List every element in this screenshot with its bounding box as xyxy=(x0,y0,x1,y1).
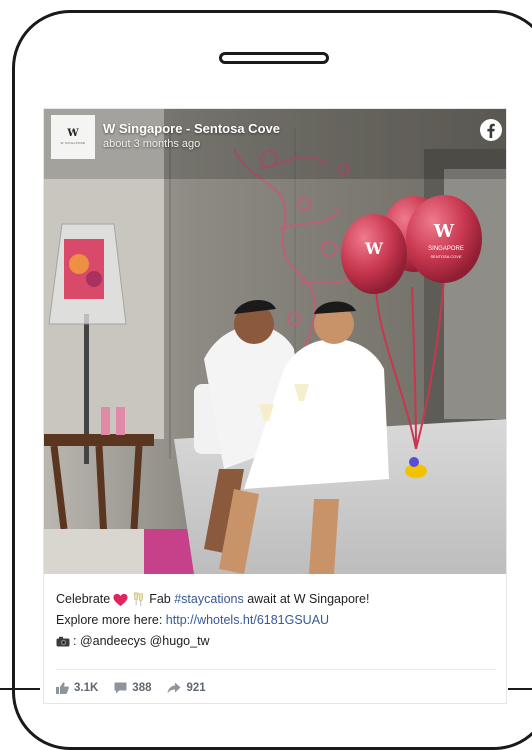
page-name[interactable]: W Singapore - Sentosa Cove xyxy=(103,121,280,136)
balloon-logo-right: W xyxy=(433,221,455,242)
comments-count: 388 xyxy=(132,682,152,694)
caption-text: await at W Singapore! xyxy=(247,592,370,606)
caption-line-2: Explore more here: http://whotels.ht/618… xyxy=(56,610,496,631)
caption-line-1: Celebrate Fab #staycations await at W Si… xyxy=(56,589,496,610)
heart-emoji-icon xyxy=(113,593,128,606)
balloon-logo-left: W xyxy=(364,239,384,258)
likes-count: 3.1K xyxy=(74,682,99,694)
post-stats: 3.1K 388 921 xyxy=(56,679,222,697)
camera-emoji-icon xyxy=(56,636,70,647)
caption-credits: : @andeecys @hugo_tw xyxy=(73,634,210,648)
balloon-subtext: SENTOSA COVE xyxy=(430,254,462,259)
post-timestamp[interactable]: about 3 months ago xyxy=(103,138,200,150)
stats-divider xyxy=(56,669,496,670)
caption-text: Fab xyxy=(149,592,171,606)
like-icon xyxy=(56,682,69,694)
shares-count: 921 xyxy=(186,682,206,694)
likes-stat[interactable]: 3.1K xyxy=(56,682,98,694)
post-photo[interactable]: W W SINGAPORE SENTOSA COVE W W SINGAPORE… xyxy=(44,109,506,574)
page-avatar[interactable]: W W SINGAPORE xyxy=(51,115,95,159)
caption-line-3: : @andeecys @hugo_tw xyxy=(56,631,496,652)
comments-stat[interactable]: 388 xyxy=(114,682,151,694)
avatar-logo: W xyxy=(67,128,79,139)
share-icon xyxy=(167,682,181,694)
comment-icon xyxy=(114,682,127,694)
champagne-emoji-icon xyxy=(134,592,144,607)
caption-text: Explore more here: xyxy=(56,613,163,627)
avatar-subtitle: W SINGAPORE xyxy=(60,141,86,145)
hashtag-link[interactable]: #staycations xyxy=(174,589,243,610)
phone-edge-left xyxy=(0,688,40,690)
shares-stat[interactable]: 921 xyxy=(167,682,206,694)
phone-speaker xyxy=(219,52,329,64)
phone-edge-right xyxy=(508,688,532,690)
post-caption: Celebrate Fab #staycations await at W Si… xyxy=(56,589,496,652)
facebook-post-card: W W SINGAPORE SENTOSA COVE W W SINGAPORE… xyxy=(43,108,507,704)
facebook-icon[interactable] xyxy=(479,118,503,142)
url-link[interactable]: http://whotels.ht/6181GSUAU xyxy=(166,610,329,631)
balloon-text: SINGAPORE xyxy=(428,246,464,252)
caption-text: Celebrate xyxy=(56,592,111,606)
